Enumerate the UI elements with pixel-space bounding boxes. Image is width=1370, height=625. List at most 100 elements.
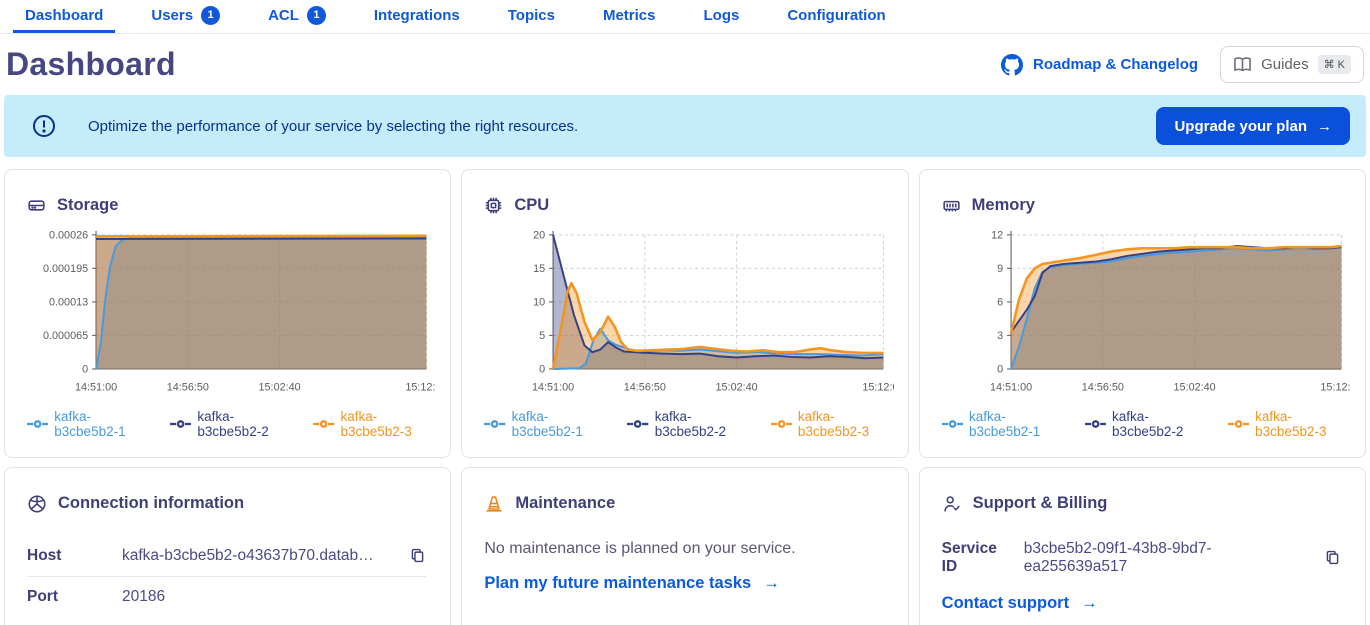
- series-marker-icon: [170, 419, 191, 429]
- svg-text:0.000195: 0.000195: [43, 263, 88, 275]
- svg-text:0: 0: [82, 363, 88, 375]
- page-title: Dashboard: [6, 46, 176, 83]
- page-header: Dashboard Roadmap & Changelog Guides ⌘ K: [0, 34, 1370, 93]
- host-label: Host: [27, 547, 122, 565]
- legend-item-node2[interactable]: kafka-b3cbe5b2-2: [170, 409, 293, 439]
- series-marker-icon: [27, 419, 48, 429]
- support-billing-card: Support & Billing Service ID b3cbe5b2-09…: [919, 467, 1366, 625]
- metrics-cards-row: Storage 00.0000650.000130.0001950.000261…: [4, 169, 1366, 458]
- maintenance-card: Maintenance No maintenance is planned on…: [461, 467, 908, 625]
- contact-support-link[interactable]: Contact support →: [942, 594, 1098, 613]
- guides-label: Guides: [1261, 56, 1309, 73]
- legend-item-node1[interactable]: kafka-b3cbe5b2-1: [484, 409, 607, 439]
- svg-text:12: 12: [991, 229, 1003, 241]
- svg-text:9: 9: [997, 263, 1003, 275]
- copy-icon: [409, 547, 426, 564]
- service-id-value: b3cbe5b2-09f1-43b8-9bd7-ea255639a517: [1024, 540, 1304, 576]
- top-tab-bar: Dashboard Users 1 ACL 1 Integrations Top…: [0, 0, 1370, 34]
- service-id-label: Service ID: [942, 540, 1014, 576]
- acl-count-badge: 1: [307, 6, 326, 25]
- legend-item-node1[interactable]: kafka-b3cbe5b2-1: [27, 409, 150, 439]
- series-marker-icon: [1085, 419, 1106, 429]
- traffic-cone-icon: [484, 494, 504, 514]
- svg-text:14:56:50: 14:56:50: [624, 382, 666, 394]
- port-value: 20186: [122, 588, 426, 606]
- svg-text:0.00013: 0.00013: [49, 296, 88, 308]
- tab-label: ACL: [268, 7, 299, 24]
- guides-button[interactable]: Guides ⌘ K: [1220, 46, 1364, 83]
- tab-label: Users: [151, 7, 193, 24]
- port-label: Port: [27, 588, 122, 606]
- legend-item-node2[interactable]: kafka-b3cbe5b2-2: [627, 409, 750, 439]
- series-marker-icon: [771, 419, 792, 429]
- series-marker-icon: [942, 419, 963, 429]
- series-marker-icon: [313, 419, 334, 429]
- series-marker-icon: [484, 419, 505, 429]
- svg-text:0: 0: [997, 363, 1003, 375]
- tab-label: Metrics: [603, 7, 656, 24]
- legend-item-node3[interactable]: kafka-b3cbe5b2-3: [771, 409, 894, 439]
- tab-logs[interactable]: Logs: [692, 0, 752, 33]
- copy-icon: [1324, 549, 1341, 566]
- tab-label: Configuration: [787, 7, 885, 24]
- cpu-chart: 0510152014:51:0014:56:5015:02:4015:12:00: [484, 223, 893, 403]
- svg-text:3: 3: [997, 330, 1003, 342]
- svg-text:5: 5: [539, 330, 545, 342]
- hard-drive-icon: [27, 196, 46, 215]
- tab-label: Logs: [704, 7, 740, 24]
- memory-card-title: Memory: [972, 196, 1035, 215]
- maintenance-title: Maintenance: [515, 494, 615, 513]
- svg-text:14:56:50: 14:56:50: [167, 382, 209, 394]
- support-billing-title: Support & Billing: [973, 494, 1108, 513]
- legend-item-node1[interactable]: kafka-b3cbe5b2-1: [942, 409, 1065, 439]
- info-banner: Optimize the performance of your service…: [4, 95, 1366, 157]
- series-marker-icon: [627, 419, 648, 429]
- svg-text:15:02:40: 15:02:40: [259, 382, 301, 394]
- copy-service-id-button[interactable]: [1324, 549, 1341, 566]
- arrow-right-icon: →: [1081, 594, 1098, 613]
- legend-item-node3[interactable]: kafka-b3cbe5b2-3: [1228, 409, 1351, 439]
- svg-text:15: 15: [533, 263, 545, 275]
- support-person-icon: [942, 494, 962, 514]
- svg-text:15:12:00: 15:12:00: [405, 382, 436, 394]
- maintenance-message: No maintenance is planned on your servic…: [484, 540, 883, 558]
- tab-users[interactable]: Users 1: [139, 0, 232, 33]
- upgrade-plan-button[interactable]: Upgrade your plan →: [1156, 107, 1350, 145]
- svg-text:20: 20: [533, 229, 545, 241]
- tab-integrations[interactable]: Integrations: [362, 0, 472, 33]
- tab-acl[interactable]: ACL 1: [256, 0, 338, 33]
- svg-text:14:51:00: 14:51:00: [75, 382, 117, 394]
- port-row: Port 20186: [27, 576, 426, 617]
- series-marker-icon: [1228, 419, 1249, 429]
- svg-text:14:51:00: 14:51:00: [990, 382, 1032, 394]
- tab-configuration[interactable]: Configuration: [775, 0, 897, 33]
- memory-legend: kafka-b3cbe5b2-1 kafka-b3cbe5b2-2 kafka-…: [942, 409, 1351, 439]
- memory-ram-icon: [942, 196, 961, 215]
- banner-message: Optimize the performance of your service…: [88, 118, 1124, 135]
- users-count-badge: 1: [201, 6, 220, 25]
- legend-item-node3[interactable]: kafka-b3cbe5b2-3: [313, 409, 436, 439]
- storage-card: Storage 00.0000650.000130.0001950.000261…: [4, 169, 451, 458]
- tab-label: Topics: [508, 7, 555, 24]
- storage-legend: kafka-b3cbe5b2-1 kafka-b3cbe5b2-2 kafka-…: [27, 409, 436, 439]
- svg-text:0.000065: 0.000065: [43, 330, 88, 342]
- tab-label: Dashboard: [25, 7, 103, 24]
- svg-text:10: 10: [533, 296, 545, 308]
- copy-host-button[interactable]: [409, 547, 426, 564]
- tab-topics[interactable]: Topics: [496, 0, 567, 33]
- svg-text:6: 6: [997, 296, 1003, 308]
- info-icon: [32, 114, 56, 138]
- legend-item-node2[interactable]: kafka-b3cbe5b2-2: [1085, 409, 1208, 439]
- tab-metrics[interactable]: Metrics: [591, 0, 668, 33]
- plan-maintenance-link[interactable]: Plan my future maintenance tasks →: [484, 574, 779, 593]
- tab-dashboard[interactable]: Dashboard: [13, 0, 115, 33]
- book-icon: [1233, 56, 1252, 73]
- storage-chart: 00.0000650.000130.0001950.0002614:51:001…: [27, 223, 436, 403]
- svg-text:14:56:50: 14:56:50: [1081, 382, 1123, 394]
- host-value: kafka-b3cbe5b2-o43637b70.datab…: [122, 547, 399, 565]
- memory-chart: 03691214:51:0014:56:5015:02:4015:12:00: [942, 223, 1351, 403]
- roadmap-changelog-link[interactable]: Roadmap & Changelog: [1001, 54, 1198, 76]
- tab-label: Integrations: [374, 7, 460, 24]
- connection-info-title: Connection information: [58, 494, 244, 513]
- memory-card: Memory 03691214:51:0014:56:5015:02:4015:…: [919, 169, 1366, 458]
